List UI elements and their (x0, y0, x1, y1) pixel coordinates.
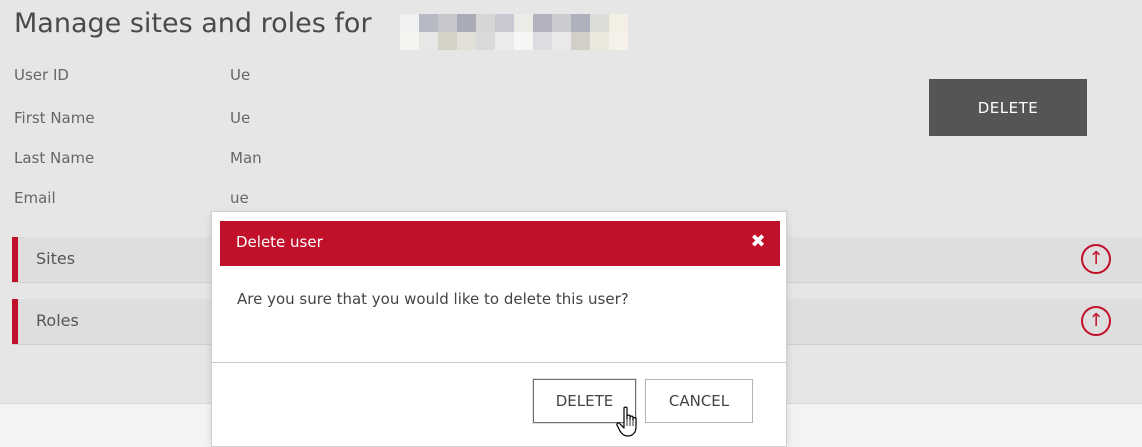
section-accent (12, 237, 18, 282)
redacted-username (400, 14, 628, 50)
user-id-label: User ID (14, 66, 69, 84)
email-label: Email (14, 189, 56, 207)
arrow-up-circle-icon[interactable]: ↑ (1081, 244, 1111, 274)
user-id-value: Ue (230, 66, 251, 84)
first-name-label: First Name (14, 109, 95, 127)
sites-section-label: Sites (36, 249, 76, 268)
dialog-divider (212, 362, 786, 363)
delete-user-dialog: Delete user ✖ Are you sure that you woul… (212, 212, 786, 446)
dialog-message: Are you sure that you would like to dele… (237, 290, 629, 308)
page-title: Manage sites and roles for (14, 8, 372, 39)
confirm-delete-button[interactable]: DELETE (533, 379, 636, 423)
last-name-value: Man (230, 149, 262, 167)
close-icon[interactable]: ✖ (748, 231, 768, 253)
first-name-value: Ue (230, 109, 251, 127)
delete-user-button[interactable]: DELETE (929, 79, 1087, 136)
dialog-header: Delete user ✖ (220, 221, 780, 266)
email-value: ue (230, 189, 249, 207)
roles-section-label: Roles (36, 311, 79, 330)
last-name-label: Last Name (14, 149, 95, 167)
arrow-up-circle-icon[interactable]: ↑ (1081, 306, 1111, 336)
cancel-button[interactable]: CANCEL (645, 379, 753, 423)
section-accent (12, 299, 18, 344)
dialog-title: Delete user (236, 233, 323, 251)
